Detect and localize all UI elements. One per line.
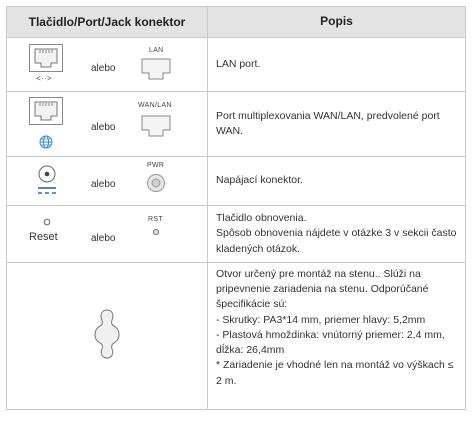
alebo-text: alebo <box>91 179 116 190</box>
ports-table: Tlačidlo/Port/Jack konektor Popis <··> a… <box>6 6 466 410</box>
wall-mount-dowel: - Plastová hmoždinka: vnútorný priemer: … <box>216 328 445 357</box>
lan-label: LAN <box>149 47 164 54</box>
power-description: Napájací konektor. <box>216 174 303 187</box>
wan-lan-label: WAN/LAN <box>138 102 172 109</box>
wall-mount-note: * Zariadenie je vhodné len na montáž vo … <box>216 359 454 387</box>
table-row-power: alebo PWR Napájací konektor. <box>7 157 465 206</box>
lan-cell: <··> alebo LAN <box>7 38 208 91</box>
reset-hole-icon <box>43 218 51 226</box>
power-jack-icon <box>38 165 56 194</box>
table-row-wan-lan: alebo WAN/LAN Port multiplexovania WAN/L… <box>7 92 465 157</box>
table-row-lan: <··> alebo LAN LAN port. <box>7 38 465 92</box>
alebo-text: alebo <box>91 63 116 74</box>
lan-description: LAN port. <box>216 57 261 70</box>
power-cell: alebo PWR <box>7 157 208 205</box>
rst-hole-icon <box>152 228 160 236</box>
pwr-jack-icon <box>147 174 165 192</box>
wall-mount-cell <box>7 263 208 409</box>
reset-cell: Reset alebo RST <box>7 206 208 262</box>
table-row-wall-mount: Otvor určený pre montáž na stenu.. Slúži… <box>7 263 465 409</box>
wan-lan-port-icon <box>141 115 171 137</box>
rst-label: RST <box>148 216 163 223</box>
reset-description: Tlačidlo obnovenia. Spôsob obnovenia náj… <box>208 206 465 262</box>
reset-desc-line2: Spôsob obnovenia nájdete v otázke 3 v se… <box>216 227 457 255</box>
lan-port-icon <box>141 58 171 80</box>
reset-label: Reset <box>29 231 58 243</box>
alebo-text: alebo <box>91 122 116 133</box>
ethernet-port-icon <box>29 44 63 72</box>
wall-mount-screws: - Skrutky: PA3*14 mm, priemer hlavy: 5,2… <box>216 313 426 326</box>
ethernet-port-icon <box>29 97 63 125</box>
table-header: Tlačidlo/Port/Jack konektor Popis <box>7 7 465 38</box>
wan-lan-cell: alebo WAN/LAN <box>7 92 208 156</box>
globe-icon <box>39 135 53 149</box>
reset-desc-line1: Tlačidlo obnovenia. <box>216 212 307 225</box>
lan-arrows-icon: <··> <box>36 74 52 83</box>
wall-mount-intro: Otvor určený pre montáž na stenu.. Slúži… <box>216 268 429 311</box>
header-description: Popis <box>320 14 353 29</box>
pwr-label: PWR <box>147 162 165 169</box>
wall-mount-description: Otvor určený pre montáž na stenu.. Slúži… <box>208 263 465 409</box>
wan-lan-description: Port multiplexovania WAN/LAN, predvolené… <box>216 109 440 137</box>
alebo-text: alebo <box>91 233 116 244</box>
table-row-reset: Reset alebo RST Tlačidlo obnovenia. Spôs… <box>7 206 465 263</box>
header-button-port: Tlačidlo/Port/Jack konektor <box>7 7 208 37</box>
wall-mount-hole-icon <box>94 309 120 359</box>
